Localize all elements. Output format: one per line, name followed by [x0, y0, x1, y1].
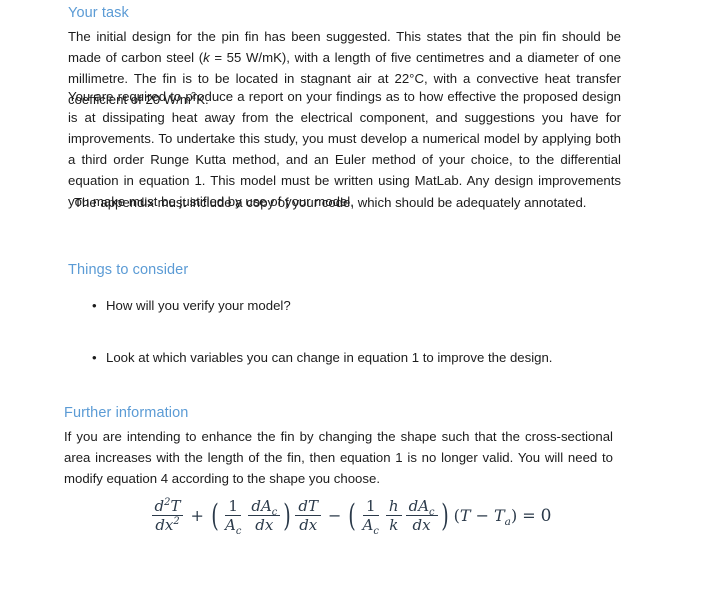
- bullet-dot-icon: •: [92, 298, 97, 313]
- symbol-k-italic: k: [203, 50, 210, 65]
- denominator-Ac: Ac: [224, 516, 242, 538]
- numerator-dT: dT: [295, 498, 322, 517]
- term-one-over-Ac: 1 Ac: [222, 498, 244, 538]
- paragraph-appendix-note: The appendix must include a copy of your…: [74, 195, 587, 210]
- document-page: Your task The initial design for the pin…: [0, 0, 701, 598]
- denominator-dx2: dx2: [155, 516, 180, 535]
- term-one-over-Ac: 1 Ac: [360, 498, 382, 538]
- fin-differential-equation: d2T dx2 + ( 1 Ac dAc dx ) dT dx − (1 Ac…: [64, 496, 637, 538]
- open-paren-icon: (: [348, 497, 357, 534]
- paragraph-further-information: If you are intending to enhance the fin …: [64, 429, 613, 486]
- operator-equals: =: [522, 506, 536, 526]
- close-paren-icon: ): [283, 497, 292, 534]
- section-heading-things-to-consider: Things to consider: [68, 262, 189, 278]
- list-item-label: How will you verify your model?: [106, 298, 291, 313]
- group-convection-term: ( 1 Ac h k dAc dx ): [347, 497, 449, 538]
- symbol-Ta: T: [494, 506, 505, 526]
- symbol-T: T: [459, 506, 471, 526]
- denominator-Ac: Ac: [362, 516, 379, 538]
- equation-row: d2T dx2 + ( 1 Ac dAc dx ) dT dx − (1 Ac…: [150, 497, 552, 538]
- consideration-list: • How will you verify your model? • Look…: [68, 295, 621, 368]
- list-item: • Look at which variables you can change…: [68, 347, 621, 368]
- operator-minus-inner: −: [475, 506, 489, 526]
- section-heading-further-information: Further information: [64, 405, 189, 421]
- group-area-gradient: ( 1 Ac dAc dx ): [210, 497, 293, 538]
- section-heading-your-task: Your task: [68, 5, 129, 21]
- operator-minus: −: [328, 506, 342, 526]
- term-second-derivative: d2T dx2: [151, 498, 184, 535]
- open-paren-icon: (: [211, 497, 219, 534]
- denominator-dx: dx: [255, 516, 274, 535]
- close-paren-plain: ): [510, 506, 518, 526]
- numerator-d2T: d2T: [151, 498, 184, 517]
- term-h-over-k: h k: [385, 498, 402, 535]
- term-dAc-over-dx: dAc dx: [405, 498, 438, 535]
- list-item-label: Look at which variables you can change i…: [106, 350, 553, 365]
- numerator-dAc: dAc: [405, 498, 438, 517]
- numerator-one: 1: [225, 498, 241, 517]
- numerator-h: h: [385, 498, 402, 517]
- bullet-dot-icon: •: [92, 350, 97, 365]
- denominator-dx: dx: [299, 516, 318, 535]
- term-dAc-over-dx: dAc dx: [248, 498, 281, 535]
- numerator-dAc: dAc: [248, 498, 281, 517]
- close-paren-icon: ): [440, 497, 449, 534]
- denominator-dx: dx: [412, 516, 431, 535]
- term-dT-over-dx: dT dx: [295, 498, 322, 535]
- term-temperature-difference: (T − Ta): [454, 506, 518, 527]
- value-zero: 0: [540, 505, 552, 526]
- list-item: • How will you verify your model?: [68, 295, 621, 316]
- numerator-one: 1: [362, 498, 379, 517]
- operator-plus: +: [190, 506, 204, 526]
- denominator-k: k: [389, 516, 399, 535]
